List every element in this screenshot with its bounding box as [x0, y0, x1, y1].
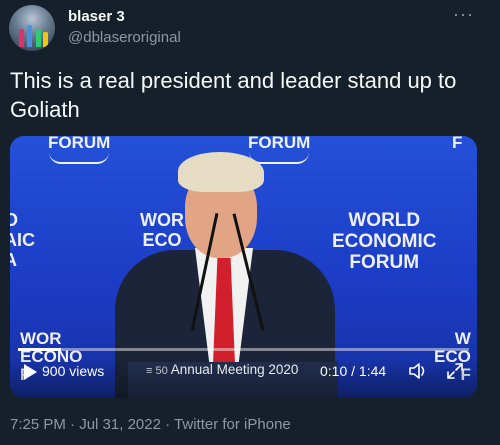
- tweet-meta: 7:25 PM · Jul 31, 2022 · Twitter for iPh…: [10, 416, 291, 433]
- tweet-date[interactable]: Jul 31, 2022: [79, 416, 161, 433]
- volume-icon[interactable]: [408, 362, 428, 380]
- avatar-figure: [43, 32, 48, 47]
- fullscreen-icon[interactable]: [446, 362, 464, 380]
- more-options-icon[interactable]: ···: [453, 4, 474, 25]
- video-player[interactable]: FORUM FORUM F O AIC A WOR ECO WORLD ECON…: [10, 136, 477, 398]
- avatar[interactable]: [9, 5, 55, 51]
- view-count: 900 views: [42, 363, 105, 379]
- world-economic-forum-logo: O AIC A: [10, 210, 35, 270]
- avatar-figure: [19, 29, 24, 47]
- avatar-figure: [27, 25, 32, 47]
- video-progress-bar[interactable]: [18, 348, 469, 351]
- video-time: 0:10 / 1:44: [320, 363, 387, 379]
- tweet-time[interactable]: 7:25 PM: [10, 416, 66, 433]
- video-progress-fill: [18, 348, 62, 351]
- event-banner-text: Annual Meeting 2020: [170, 362, 299, 377]
- event-banner-mark: ≡ 50: [146, 365, 171, 377]
- separator: ·: [165, 416, 171, 433]
- tweet-client[interactable]: Twitter for iPhone: [174, 416, 291, 433]
- event-banner: ≡ 50 Annual Meeting 2020: [146, 362, 298, 377]
- tweet: blaser 3 @dblaseroriginal ··· This is a …: [0, 0, 500, 445]
- play-icon[interactable]: [24, 364, 37, 380]
- logo-text: F: [452, 136, 463, 152]
- tweet-text: This is a real president and leader stan…: [10, 68, 457, 122]
- separator: ·: [70, 416, 76, 433]
- speaker-hair: [178, 152, 264, 192]
- display-name[interactable]: blaser 3: [68, 8, 125, 25]
- forum-logo: F: [452, 136, 462, 152]
- user-handle[interactable]: @dblaseroriginal: [68, 29, 181, 46]
- avatar-figure: [36, 29, 41, 47]
